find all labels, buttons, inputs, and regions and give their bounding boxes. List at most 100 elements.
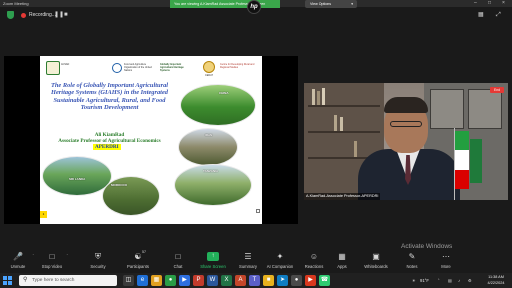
stop-recording-icon[interactable]: ■ — [64, 10, 68, 20]
speaker-hair — [384, 97, 428, 113]
slide-author: Ali KiamRad Associate Professor of Agric… — [42, 132, 177, 144]
minimize-icon[interactable]: – — [474, 0, 477, 7]
language-icon[interactable]: ⚙ — [468, 273, 472, 288]
media-icon[interactable]: ▶ — [305, 275, 316, 286]
network-icon[interactable]: ▤ — [448, 273, 452, 288]
word-icon[interactable]: W — [207, 275, 218, 286]
book — [312, 89, 315, 105]
ai-companion-button[interactable]: ✦ AI Companion — [262, 249, 298, 273]
weather-temp[interactable]: 91°F — [420, 273, 429, 288]
chevron-down-icon: ▾ — [351, 2, 353, 6]
end-button[interactable]: End — [490, 87, 504, 93]
apps-button[interactable]: ▦ Apps — [324, 249, 360, 273]
photo-china: CHINA — [180, 84, 256, 126]
edge-icon[interactable]: e — [137, 275, 148, 286]
photo-label-tanzania: TANZANIA — [203, 169, 219, 173]
pause-recording-icon[interactable]: ❚❚ — [54, 10, 64, 20]
stop-video-button[interactable]: □ ˆ Stop Video — [34, 249, 70, 273]
notes-button[interactable]: ✎ Notes — [394, 249, 430, 273]
slide-nav-icon[interactable] — [256, 209, 260, 213]
photo-label-iran: IRAN — [205, 133, 213, 137]
speaker-video[interactable]: A.KiamRad-Associate Professor-APERDRI En… — [304, 83, 508, 200]
speaker-glasses — [390, 121, 422, 127]
teams-icon[interactable]: T — [249, 275, 260, 286]
participants-count: 57 — [142, 250, 146, 254]
security-label: Security — [90, 264, 106, 269]
clock-date: 4/22/2024 — [487, 280, 505, 285]
whiteboard-icon: ▣ — [372, 252, 380, 261]
logo-text-centre: Centre for Developing Rural and Regional… — [220, 63, 255, 69]
window-title: Zoom Meeting — [3, 1, 29, 6]
summary-label: Summary — [239, 264, 257, 269]
chrome-icon[interactable]: ● — [165, 275, 176, 286]
excel-icon[interactable]: X — [221, 275, 232, 286]
more-button[interactable]: ⋯ More — [428, 249, 464, 273]
shield-icon: ⛨ — [95, 252, 101, 261]
slide-organization: APERDRI — [93, 144, 121, 150]
cabinet-panel — [468, 89, 502, 129]
recording-status: Recording... — [29, 12, 56, 18]
system-clock[interactable]: 11:38 AM 4/22/2024 — [483, 275, 509, 286]
notes-label: Notes — [406, 264, 418, 269]
task-view-icon[interactable]: ◫ — [123, 275, 134, 286]
participant-name-label: A.KiamRad-Associate Professor-APERDRI — [304, 193, 381, 200]
photo-iran: IRAN — [178, 128, 238, 166]
photo-morocco: MOROCCO — [102, 176, 160, 216]
maximize-icon[interactable]: □ — [488, 0, 491, 7]
security-button[interactable]: ⛨ Security — [80, 249, 116, 273]
apps-icon: ▦ — [338, 252, 346, 261]
zoom-taskbar-icon[interactable]: ▶ — [179, 275, 190, 286]
whiteboards-button[interactable]: ▣ Whiteboards — [358, 249, 394, 273]
iran-flag-icon — [455, 131, 469, 189]
taskbar-search-input[interactable]: ⚲ Type here to search — [19, 275, 117, 286]
powerpoint-icon[interactable]: P — [193, 275, 204, 286]
cabinet-panel — [430, 89, 464, 129]
book — [317, 91, 320, 105]
folder-icon[interactable]: ■ — [263, 275, 274, 286]
presentation-slide: ACSAD Food and Agriculture Organization … — [40, 56, 262, 224]
photo-label-sri-lanka: SRI LANKA — [69, 177, 86, 181]
unmute-label: Unmute — [10, 264, 26, 269]
share-screen-button[interactable]: ↑ Share Screen — [195, 249, 231, 273]
photo-label-china: CHINA — [219, 91, 229, 95]
app-icon[interactable]: ● — [291, 275, 302, 286]
book — [322, 88, 325, 105]
logo-text-fao: Food and Agriculture Organization of the… — [124, 63, 152, 72]
pdf-reader-icon[interactable]: A — [235, 275, 246, 286]
volume-icon[interactable]: ♪ — [458, 273, 460, 288]
chevron-up-icon[interactable]: ˆ — [67, 253, 68, 258]
fullscreen-icon[interactable]: ⤢ — [496, 10, 501, 20]
apps-label: Apps — [337, 264, 347, 269]
reactions-icon: ☺ — [309, 252, 319, 261]
shared-screen: ACSAD Food and Agriculture Organization … — [4, 56, 298, 224]
photo-sri-lanka: SRI LANKA — [42, 156, 112, 196]
green-flag-icon — [470, 139, 482, 183]
participants-button[interactable]: ☯ 57 Participants — [120, 249, 156, 273]
chat-button[interactable]: □ Chat — [160, 249, 196, 273]
microphone-icon: 🎤 — [13, 252, 23, 261]
whatsapp-icon[interactable]: ☎ — [319, 275, 330, 286]
chat-icon: □ — [175, 252, 181, 261]
file-explorer-icon[interactable]: ▦ — [151, 275, 162, 286]
participants-label: Participants — [127, 264, 149, 269]
video-camera-icon: □ — [49, 252, 55, 261]
ai-companion-icon: ✦ — [276, 252, 284, 261]
unmute-button[interactable]: 🎤 ˆ Unmute — [0, 249, 36, 273]
telegram-icon[interactable]: ➤ — [277, 275, 288, 286]
meeting-toolbar: 🎤 ˆ Unmute □ ˆ Stop Video ⛨ Security ☯ 5… — [0, 249, 512, 273]
security-shield-icon[interactable] — [7, 11, 14, 19]
hp-logo-icon: hp — [247, 0, 261, 14]
summary-button[interactable]: ☰ Summary — [230, 249, 266, 273]
ai-companion-label: AI Companion — [266, 264, 294, 269]
summary-icon: ☰ — [244, 252, 252, 261]
more-label: More — [441, 264, 451, 269]
search-placeholder: Type here to search — [32, 278, 75, 283]
weather-icon[interactable]: ☀ — [412, 273, 416, 288]
view-options-label: View Options — [310, 2, 332, 6]
windows-start-icon[interactable] — [3, 276, 12, 285]
logo-text-cedat: CEDAT — [205, 74, 213, 77]
close-icon[interactable]: × — [502, 0, 505, 7]
view-options-button[interactable]: View Options ▾ — [305, 0, 357, 8]
tray-chevron-icon[interactable]: ˆ — [438, 273, 439, 288]
grid-view-icon[interactable]: ▦ — [478, 10, 484, 20]
